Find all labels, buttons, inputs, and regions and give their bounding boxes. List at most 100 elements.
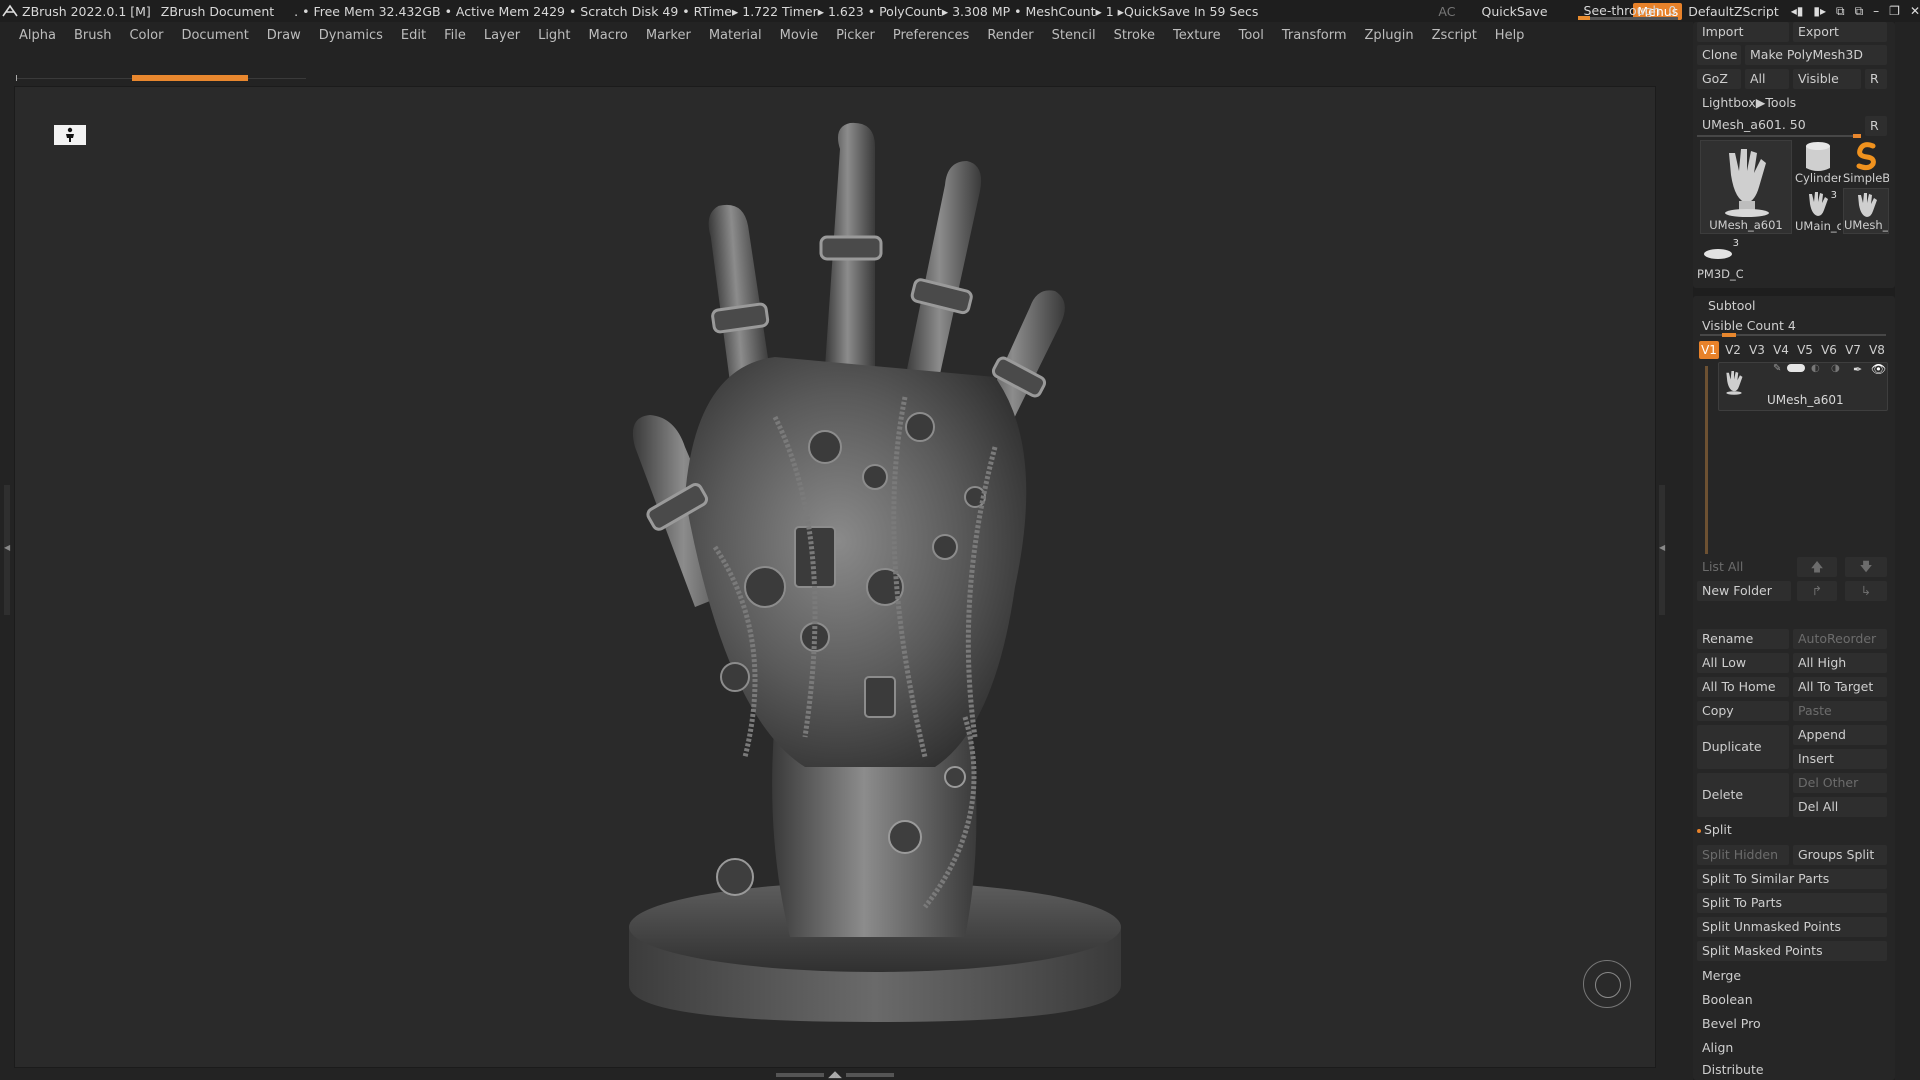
- all-to-target-button[interactable]: All To Target: [1793, 677, 1887, 697]
- autoreorder-button[interactable]: AutoReorder: [1793, 629, 1887, 649]
- split-masked-button[interactable]: Split Masked Points: [1697, 941, 1887, 961]
- tool-r-button[interactable]: R: [1865, 116, 1887, 136]
- lightbox-tools-button[interactable]: Lightbox▶Tools: [1697, 93, 1837, 113]
- boolean-section[interactable]: Boolean: [1697, 990, 1887, 1010]
- all-low-button[interactable]: All Low: [1697, 653, 1789, 673]
- list-all-button[interactable]: List All: [1697, 557, 1789, 577]
- split-similar-parts-button[interactable]: Split To Similar Parts: [1697, 869, 1887, 889]
- distribute-section[interactable]: Distribute: [1697, 1060, 1887, 1080]
- align-section[interactable]: Align: [1697, 1038, 1887, 1058]
- tab-v2[interactable]: V2: [1723, 341, 1743, 359]
- tool-thumb-umain[interactable]: 3 UMain_c: [1795, 188, 1841, 234]
- new-folder-button[interactable]: New Folder: [1697, 581, 1791, 601]
- append-button[interactable]: Append: [1793, 725, 1887, 745]
- tool-thumb-umesh-2[interactable]: UMesh_: [1843, 188, 1889, 234]
- subtool-item[interactable]: ✎ ◐ ◑ ✒ 👁 UMesh_a601: [1718, 362, 1888, 411]
- move-down-icon[interactable]: 🡇: [1845, 557, 1887, 577]
- all-high-button[interactable]: All High: [1793, 653, 1887, 673]
- paste-button[interactable]: Paste: [1793, 701, 1887, 721]
- see-through-knob[interactable]: [1577, 16, 1590, 20]
- tab-v5[interactable]: V5: [1795, 341, 1815, 359]
- insert-button[interactable]: Insert: [1793, 749, 1887, 769]
- bevel-pro-section[interactable]: Bevel Pro: [1697, 1014, 1887, 1034]
- menu-edit[interactable]: Edit: [392, 26, 435, 48]
- menu-texture[interactable]: Texture: [1164, 26, 1230, 48]
- close-icon[interactable]: ✕: [1910, 4, 1920, 19]
- window-swap-icon[interactable]: ⧉: [1836, 4, 1845, 19]
- menu-help[interactable]: Help: [1486, 26, 1534, 48]
- duplicate-button[interactable]: Duplicate: [1697, 725, 1789, 769]
- export-button[interactable]: Export: [1793, 22, 1887, 42]
- menu-stroke[interactable]: Stroke: [1105, 26, 1164, 48]
- delete-button[interactable]: Delete: [1697, 773, 1789, 817]
- layout-right-icon[interactable]: ▮▸: [1813, 4, 1826, 19]
- subtool-polypaint-toggle-icon[interactable]: [1787, 364, 1805, 372]
- visible-count-slider[interactable]: Visible Count 4: [1702, 318, 1796, 333]
- hand-sculpt-model[interactable]: [575, 117, 1135, 1037]
- subtool-dynamic-icon[interactable]: ◑: [1831, 363, 1840, 374]
- menu-preferences[interactable]: Preferences: [884, 26, 978, 48]
- menu-light[interactable]: Light: [529, 26, 579, 48]
- split-unmasked-button[interactable]: Split Unmasked Points: [1697, 917, 1887, 937]
- subtool-title[interactable]: Subtool: [1708, 298, 1755, 313]
- minimize-icon[interactable]: –: [1873, 4, 1879, 19]
- tab-v4[interactable]: V4: [1771, 341, 1791, 359]
- camera-figure-icon[interactable]: [54, 125, 86, 145]
- menu-zscript[interactable]: Zscript: [1423, 26, 1486, 48]
- quicksave-button[interactable]: QuickSave: [1481, 4, 1547, 19]
- rename-button[interactable]: Rename: [1697, 629, 1789, 649]
- menu-macro[interactable]: Macro: [580, 26, 637, 48]
- goz-r-button[interactable]: R: [1865, 69, 1887, 89]
- groups-split-button[interactable]: Groups Split: [1793, 845, 1887, 865]
- tab-v1[interactable]: V1: [1699, 341, 1719, 359]
- tool-thumb-simplebrush[interactable]: SimpleB: [1843, 140, 1889, 186]
- clone-button[interactable]: Clone: [1697, 45, 1741, 65]
- menu-tool[interactable]: Tool: [1230, 26, 1273, 48]
- copy-button[interactable]: Copy: [1697, 701, 1789, 721]
- goz-visible-button[interactable]: Visible: [1793, 69, 1861, 89]
- menu-movie[interactable]: Movie: [771, 26, 827, 48]
- visible-count-knob[interactable]: [1722, 333, 1736, 337]
- menu-marker[interactable]: Marker: [637, 26, 700, 48]
- menu-render[interactable]: Render: [978, 26, 1042, 48]
- tab-v7[interactable]: V7: [1843, 341, 1863, 359]
- tab-v3[interactable]: V3: [1747, 341, 1767, 359]
- split-to-parts-button[interactable]: Split To Parts: [1697, 893, 1887, 913]
- tool-thumb-cylinder[interactable]: Cylinder: [1795, 140, 1841, 186]
- menu-dynamics[interactable]: Dynamics: [310, 26, 392, 48]
- right-tray-handle[interactable]: ◀: [1659, 485, 1665, 615]
- menu-color[interactable]: Color: [120, 26, 172, 48]
- default-zscript-button[interactable]: DefaultZScript: [1688, 4, 1779, 19]
- window-restore-icon[interactable]: ⧉: [1855, 4, 1864, 19]
- menu-file[interactable]: File: [435, 26, 475, 48]
- folder-out-icon[interactable]: ↳: [1845, 581, 1887, 601]
- current-tool-slider[interactable]: UMesh_a601. 50: [1697, 115, 1857, 135]
- menu-zplugin[interactable]: Zplugin: [1356, 26, 1423, 48]
- tool-thumb-umesh[interactable]: UMesh_a601: [1700, 140, 1792, 234]
- see-through-slider[interactable]: See-through 0: [1577, 2, 1678, 20]
- folder-in-icon[interactable]: ↱: [1797, 581, 1837, 601]
- subtool-pen-icon[interactable]: ✒: [1853, 363, 1862, 376]
- split-hidden-button[interactable]: Split Hidden: [1697, 845, 1789, 865]
- menu-picker[interactable]: Picker: [827, 26, 884, 48]
- menu-draw[interactable]: Draw: [258, 26, 310, 48]
- subtool-brush-icon[interactable]: ✎: [1773, 363, 1781, 374]
- move-up-icon[interactable]: 🡅: [1797, 557, 1837, 577]
- menu-document[interactable]: Document: [172, 26, 257, 48]
- document-canvas[interactable]: [14, 86, 1656, 1068]
- menu-transform[interactable]: Transform: [1273, 26, 1356, 48]
- menu-layer[interactable]: Layer: [475, 26, 529, 48]
- subtool-list-scrollbar[interactable]: [1705, 366, 1708, 554]
- menu-stencil[interactable]: Stencil: [1043, 26, 1105, 48]
- del-all-button[interactable]: Del All: [1793, 797, 1887, 817]
- current-tool-knob[interactable]: [1853, 134, 1861, 138]
- menu-brush[interactable]: Brush: [65, 26, 121, 48]
- tab-v8[interactable]: V8: [1867, 341, 1887, 359]
- goz-all-button[interactable]: All: [1745, 69, 1789, 89]
- make-polymesh-button[interactable]: Make PolyMesh3D: [1745, 45, 1887, 65]
- rotate-gizmo-icon[interactable]: [1583, 960, 1631, 1008]
- import-button[interactable]: Import: [1697, 22, 1789, 42]
- layout-left-icon[interactable]: ◂▮: [1791, 4, 1804, 19]
- merge-section[interactable]: Merge: [1697, 966, 1887, 986]
- ac-toggle[interactable]: AC: [1438, 4, 1455, 19]
